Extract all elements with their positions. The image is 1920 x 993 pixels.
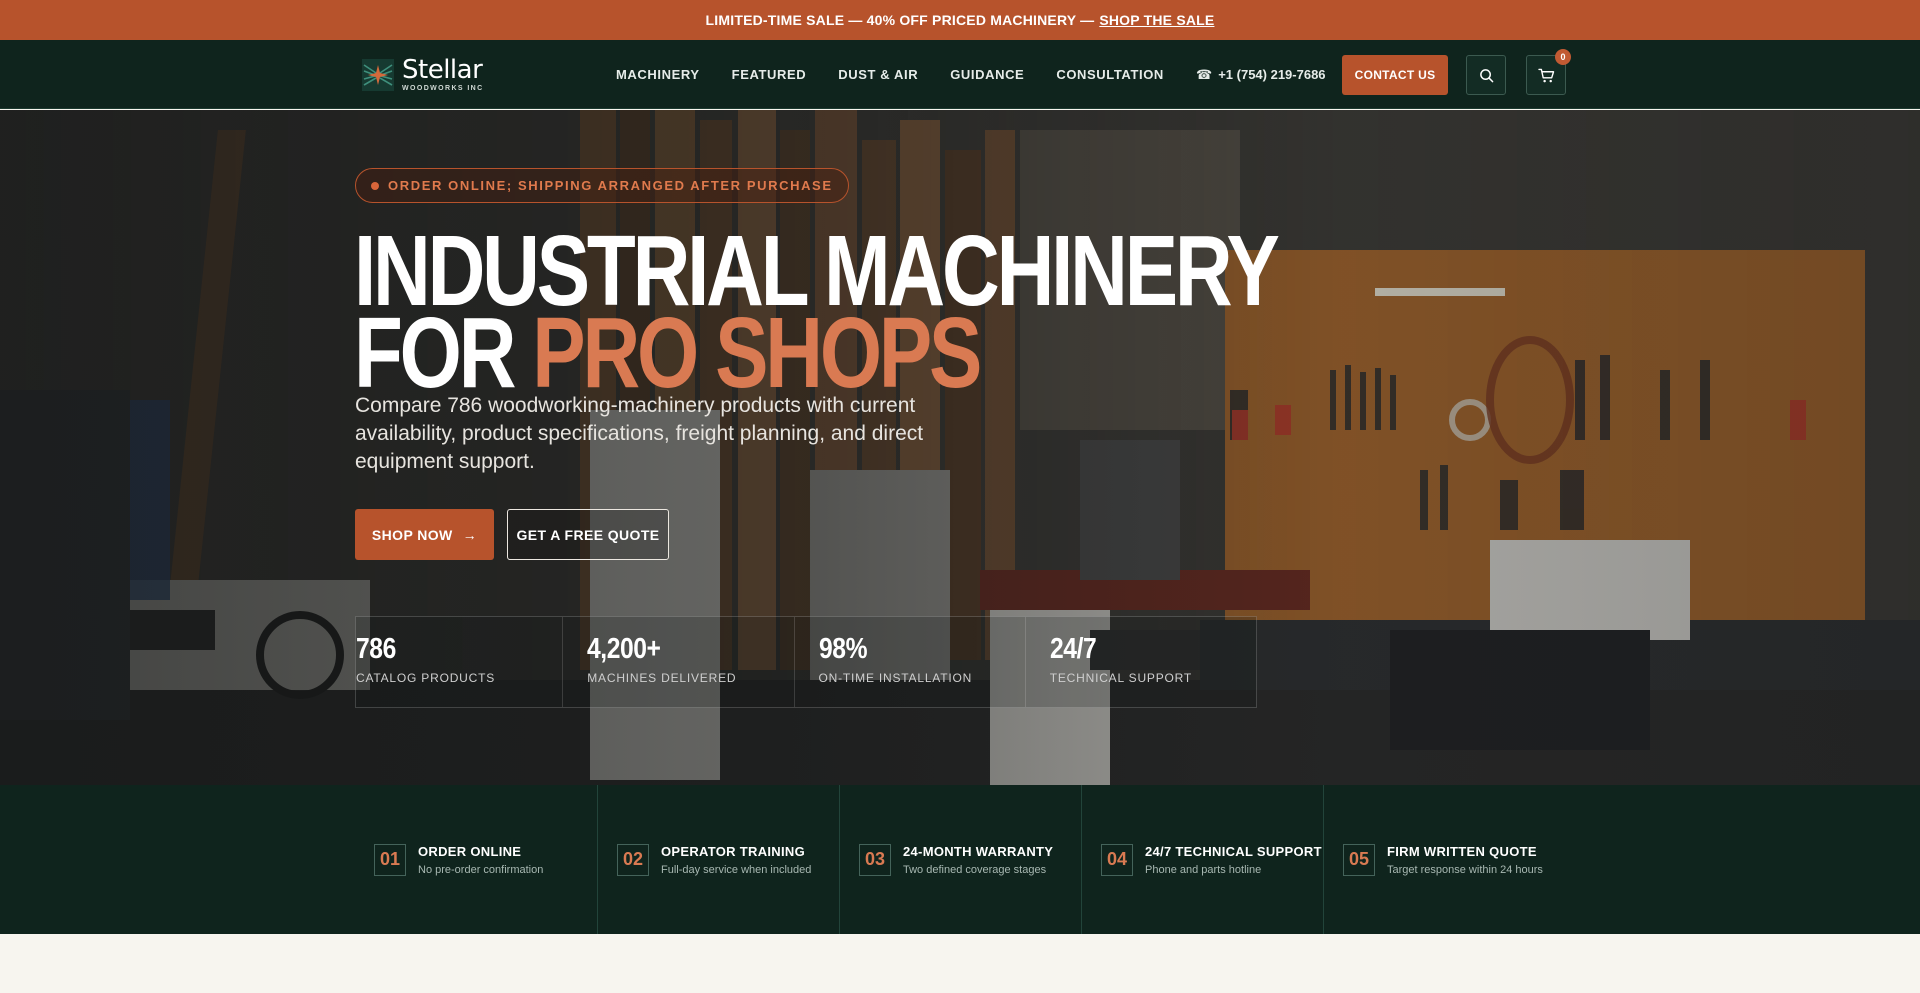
cart-button[interactable]: 0 <box>1526 49 1571 95</box>
free-quote-button[interactable]: GET A FREE QUOTE <box>507 509 669 560</box>
contact-us-button[interactable]: CONTACT US <box>1342 55 1448 95</box>
feature-number: 02 <box>617 843 649 876</box>
stat-label: MACHINES DELIVERED <box>587 671 737 685</box>
promo-sale-link[interactable]: SHOP THE SALE <box>1099 12 1214 28</box>
logo[interactable]: Stellar WOODWORKS INC <box>362 57 484 92</box>
logo-name: Stellar <box>402 55 483 85</box>
feature-number: 04 <box>1101 843 1133 876</box>
hero-stats: 786 CATALOG PRODUCTS 4,200+ MACHINES DEL… <box>355 616 1257 708</box>
stat-value: 98% <box>818 633 867 665</box>
search-icon <box>1479 68 1493 82</box>
next-section-edge <box>0 934 1920 993</box>
nav-item-guidance[interactable]: GUIDANCE <box>950 67 1024 82</box>
arrow-right-icon: → <box>462 526 478 543</box>
stat-technical-support: 24/7 TECHNICAL SUPPORT <box>1026 617 1256 707</box>
feature-item-technical-support: 04 24/7 TECHNICAL SUPPORT Phone and part… <box>1081 785 1323 934</box>
nav-item-dust-air[interactable]: DUST & AIR <box>838 67 918 82</box>
feature-item-written-quote: 05 FIRM WRITTEN QUOTE Target response wi… <box>1323 785 1583 934</box>
feature-item-warranty: 03 24-MONTH WARRANTY Two defined coverag… <box>839 785 1081 934</box>
feature-title: OPERATOR TRAINING <box>661 843 806 859</box>
feature-title: ORDER ONLINE <box>418 843 522 859</box>
logo-icon <box>362 58 394 91</box>
cart-count-badge: 0 <box>1555 49 1571 65</box>
hero-headline: INDUSTRIAL MACHINERY FOR PRO SHOPS <box>354 221 1280 403</box>
hero-pill-text: ORDER ONLINE; SHIPPING ARRANGED AFTER PU… <box>388 178 833 193</box>
stat-machines-delivered: 4,200+ MACHINES DELIVERED <box>563 617 795 707</box>
pill-dot-icon <box>371 181 379 190</box>
stat-on-time-installation: 98% ON-TIME INSTALLATION <box>795 617 1026 707</box>
feature-description: Phone and parts hotline <box>1145 863 1262 876</box>
stat-label: TECHNICAL SUPPORT <box>1049 671 1193 685</box>
stat-label: ON-TIME INSTALLATION <box>818 671 973 685</box>
hero-subtext: Compare 786 woodworking-machinery produc… <box>355 394 924 473</box>
promo-text: LIMITED-TIME SALE — 40% OFF PRICED MACHI… <box>705 12 1095 28</box>
main-nav: MACHINERY FEATURED DUST & AIR GUIDANCE C… <box>616 40 1164 109</box>
features-band: 01 ORDER ONLINE No pre-order confirmatio… <box>0 785 1920 934</box>
hero-shipping-pill: ORDER ONLINE; SHIPPING ARRANGED AFTER PU… <box>355 168 849 203</box>
feature-title: 24-MONTH WARRANTY <box>903 843 1054 859</box>
stat-catalog-products: 786 CATALOG PRODUCTS <box>356 617 564 707</box>
feature-description: Target response within 24 hours <box>1387 863 1543 876</box>
feature-item-operator-training: 02 OPERATOR TRAINING Full-day service wh… <box>597 785 839 934</box>
feature-title: FIRM WRITTEN QUOTE <box>1387 843 1537 859</box>
promo-bar: LIMITED-TIME SALE — 40% OFF PRICED MACHI… <box>0 0 1920 40</box>
stat-label: CATALOG PRODUCTS <box>356 671 496 685</box>
hero-section: ORDER ONLINE; SHIPPING ARRANGED AFTER PU… <box>0 110 1920 785</box>
stat-value: 4,200+ <box>587 633 661 665</box>
feature-item-order-online: 01 ORDER ONLINE No pre-order confirmatio… <box>355 785 597 934</box>
cart-icon <box>1537 68 1554 82</box>
shop-now-label: SHOP NOW <box>371 526 453 543</box>
feature-number: 03 <box>859 843 891 876</box>
feature-number: 05 <box>1343 843 1375 876</box>
stat-value: 24/7 <box>1049 633 1097 665</box>
feature-description: Full-day service when included <box>661 863 812 876</box>
phone-icon: ☎ <box>1196 66 1213 82</box>
feature-number: 01 <box>374 843 406 876</box>
nav-item-machinery[interactable]: MACHINERY <box>616 67 700 82</box>
phone-link[interactable]: ☎ +1 (754) 219-7686 <box>1196 40 1326 109</box>
feature-title: 24/7 TECHNICAL SUPPORT <box>1145 843 1322 859</box>
phone-number: +1 (754) 219-7686 <box>1218 67 1326 82</box>
search-button[interactable] <box>1466 55 1506 95</box>
stat-value: 786 <box>356 633 396 665</box>
logo-subtitle: WOODWORKS INC <box>402 85 484 92</box>
nav-item-consultation[interactable]: CONSULTATION <box>1056 67 1164 82</box>
feature-description: No pre-order confirmation <box>418 863 544 876</box>
site-header: Stellar WOODWORKS INC MACHINERY FEATURED… <box>0 40 1920 109</box>
shop-now-button[interactable]: SHOP NOW → <box>355 509 494 560</box>
feature-description: Two defined coverage stages <box>903 863 1047 876</box>
nav-item-featured[interactable]: FEATURED <box>732 67 807 82</box>
